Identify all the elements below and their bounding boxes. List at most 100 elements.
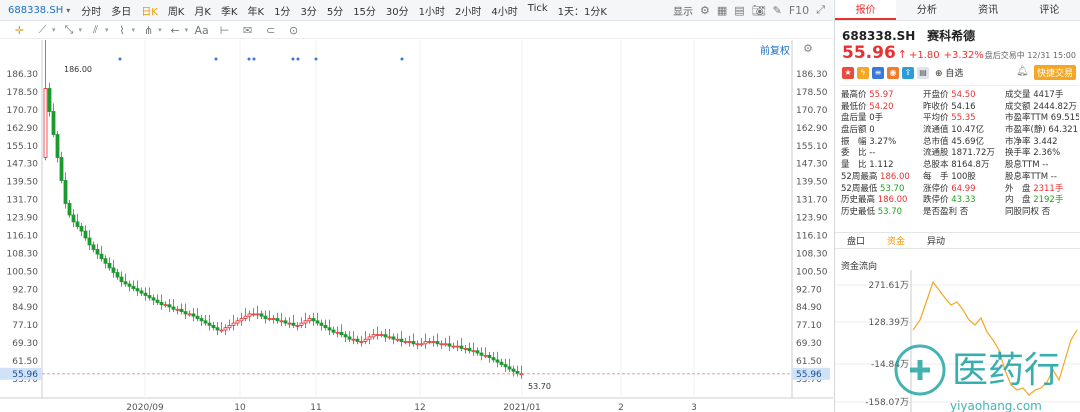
candle-body bbox=[471, 350, 476, 353]
grid-icon[interactable]: ▦ bbox=[717, 4, 727, 17]
chevron-down-icon[interactable]: ▾ bbox=[105, 26, 109, 34]
price-tag-left-text: 55.96 bbox=[12, 370, 38, 380]
candle-body bbox=[79, 226, 84, 232]
chevron-down-icon[interactable]: ▾ bbox=[158, 26, 162, 34]
text-icon[interactable]: Aa bbox=[192, 24, 211, 37]
settings-icon[interactable]: ⚙ bbox=[700, 4, 710, 17]
expand-icon[interactable]: ⤢ bbox=[816, 3, 825, 17]
subtab-2[interactable]: 异动 bbox=[927, 234, 945, 247]
stats-row: 历史最高 186.00 跌停价 43.33 内 盘 2192手 bbox=[841, 193, 1079, 205]
candle-body bbox=[111, 267, 116, 273]
kline-chart[interactable]: 186.30 186.30 178.50 178.50 170.70 170.70 162.… bbox=[0, 40, 833, 412]
fib-icon[interactable]: ⋔ bbox=[139, 24, 158, 37]
stat-label: 换手率 bbox=[1005, 148, 1034, 159]
y-tick-right: 178.50 bbox=[796, 88, 828, 98]
tab-0[interactable]: 报价 bbox=[835, 0, 897, 20]
stat-cell: 52周最高 186.00 bbox=[841, 170, 923, 182]
period-7[interactable]: 1分 bbox=[269, 3, 295, 18]
candle-body bbox=[359, 341, 364, 343]
calendar-icon[interactable]: ▤ bbox=[917, 66, 929, 79]
period-6[interactable]: 年K bbox=[243, 3, 270, 18]
stat-cell: 盘后量 0手 bbox=[841, 111, 923, 123]
period-5[interactable]: 季K bbox=[216, 3, 243, 18]
candle-body bbox=[503, 364, 508, 368]
measure-icon[interactable]: ⊢ bbox=[215, 24, 234, 37]
stat-label: 量 比 bbox=[841, 160, 870, 170]
candle-body bbox=[283, 320, 288, 324]
tab-2[interactable]: 资讯 bbox=[958, 0, 1019, 20]
flag-icon[interactable]: ★ bbox=[842, 66, 854, 79]
period-13[interactable]: 2小时 bbox=[450, 3, 486, 18]
price-row: 55.96 ↑ +1.80 +3.32% bbox=[842, 43, 984, 63]
chevron-down-icon[interactable]: ▾ bbox=[132, 26, 136, 34]
event-dot bbox=[291, 57, 295, 61]
add-favorite-button[interactable]: ⊕ 自选 bbox=[935, 66, 963, 79]
f10-icon[interactable]: F10 bbox=[789, 4, 809, 17]
candle-body bbox=[47, 88, 52, 112]
display-dropdown[interactable]: 显示 bbox=[673, 3, 693, 18]
channel-icon[interactable]: ⫽ bbox=[86, 23, 105, 37]
period-1[interactable]: 多日 bbox=[106, 3, 136, 18]
price-change: +1.80 bbox=[909, 50, 940, 61]
ray-icon[interactable]: ⤡ bbox=[60, 23, 79, 37]
camera-icon[interactable]: 📷︎ bbox=[752, 4, 766, 17]
subtab-0[interactable]: 盘口 bbox=[847, 234, 865, 247]
watermark-logo: 医药行 yiyaohang.com bbox=[894, 344, 1060, 412]
candle-body bbox=[339, 331, 344, 336]
up-arrow-icon: ↑ bbox=[897, 48, 907, 61]
line-icon[interactable]: ⟋ bbox=[33, 23, 52, 37]
chevron-down-icon[interactable]: ▾ bbox=[52, 26, 56, 34]
stat-label: 市净率 bbox=[1005, 136, 1034, 147]
period-16[interactable]: 1天：1分K bbox=[553, 3, 612, 18]
period-2[interactable]: 日K bbox=[136, 3, 163, 18]
period-3[interactable]: 周K bbox=[163, 3, 190, 18]
subtab-1[interactable]: 资金 bbox=[887, 234, 905, 247]
candle-body bbox=[295, 325, 300, 327]
symbol-selector[interactable]: 688338.SH ▾ bbox=[0, 5, 76, 16]
stat-value: 53.70 bbox=[880, 183, 905, 194]
period-0[interactable]: 分时 bbox=[76, 3, 106, 18]
y-tick-right: 69.30 bbox=[796, 339, 822, 349]
chevron-down-icon[interactable]: ▾ bbox=[185, 26, 189, 34]
candle-body bbox=[423, 341, 428, 345]
stat-label: 委 比 bbox=[841, 148, 870, 159]
period-8[interactable]: 3分 bbox=[295, 3, 321, 18]
stat-value: 1871.72万 bbox=[951, 148, 995, 159]
tab-1[interactable]: 分析 bbox=[896, 0, 957, 20]
arrow-icon[interactable]: ← bbox=[166, 24, 185, 37]
y-tick-left: 139.50 bbox=[7, 178, 39, 188]
period-10[interactable]: 15分 bbox=[348, 3, 381, 18]
tab-3[interactable]: 评论 bbox=[1019, 0, 1080, 20]
document-icon[interactable]: ≡ bbox=[872, 66, 884, 79]
stat-label: 盘后量 bbox=[841, 113, 870, 124]
period-12[interactable]: 1小时 bbox=[414, 3, 450, 18]
wave-icon[interactable]: ⌇ bbox=[113, 24, 132, 37]
pencil-icon[interactable]: ✎ bbox=[773, 4, 782, 17]
period-15[interactable]: Tick bbox=[523, 3, 553, 18]
drawing-toolbar: ✛ ⟋ ▾ ⤡ ▾ ⫽ ▾ ⌇ ▾ ⋔ ▾ ← ▾ Aa ⊢ ✉ ⊂ ⊙ bbox=[0, 22, 833, 39]
layout-icon[interactable]: ▤ bbox=[734, 4, 744, 17]
chevron-down-icon[interactable]: ▾ bbox=[79, 26, 83, 34]
settings-icon[interactable]: ⚙ bbox=[803, 42, 813, 55]
lightning-icon[interactable]: ϟ bbox=[857, 66, 869, 79]
price-tag-right-text: 55.96 bbox=[796, 370, 822, 380]
quick-trade-button[interactable]: 快捷交易 bbox=[1034, 65, 1077, 80]
period-14[interactable]: 4小时 bbox=[486, 3, 522, 18]
crosshair-icon[interactable]: ✛ bbox=[10, 24, 29, 37]
link-icon[interactable]: ⊂ bbox=[261, 24, 280, 37]
adjust-mode[interactable]: 前复权 bbox=[760, 42, 790, 57]
alert-icon[interactable]: 🔔︎ bbox=[1016, 66, 1029, 77]
period-4[interactable]: 月K bbox=[189, 3, 216, 18]
stat-label: 市盈率(静) bbox=[1005, 125, 1049, 135]
stat-label: 52周最高 bbox=[841, 171, 881, 182]
share-icon[interactable]: ⇪ bbox=[902, 66, 914, 79]
stats-row: 盘后量 0手 平均价 55.35 市盈率TTM 69.515 bbox=[841, 111, 1079, 123]
shape-icon[interactable]: ⊙ bbox=[284, 24, 303, 37]
period-9[interactable]: 5分 bbox=[322, 3, 348, 18]
chat-icon[interactable]: ◉ bbox=[887, 66, 899, 79]
candle-body bbox=[511, 368, 516, 372]
y-tick-right: 61.50 bbox=[796, 357, 822, 367]
period-11[interactable]: 30分 bbox=[381, 3, 414, 18]
note-icon[interactable]: ✉ bbox=[238, 24, 257, 37]
stat-label: 股息率TTM bbox=[1005, 171, 1051, 182]
